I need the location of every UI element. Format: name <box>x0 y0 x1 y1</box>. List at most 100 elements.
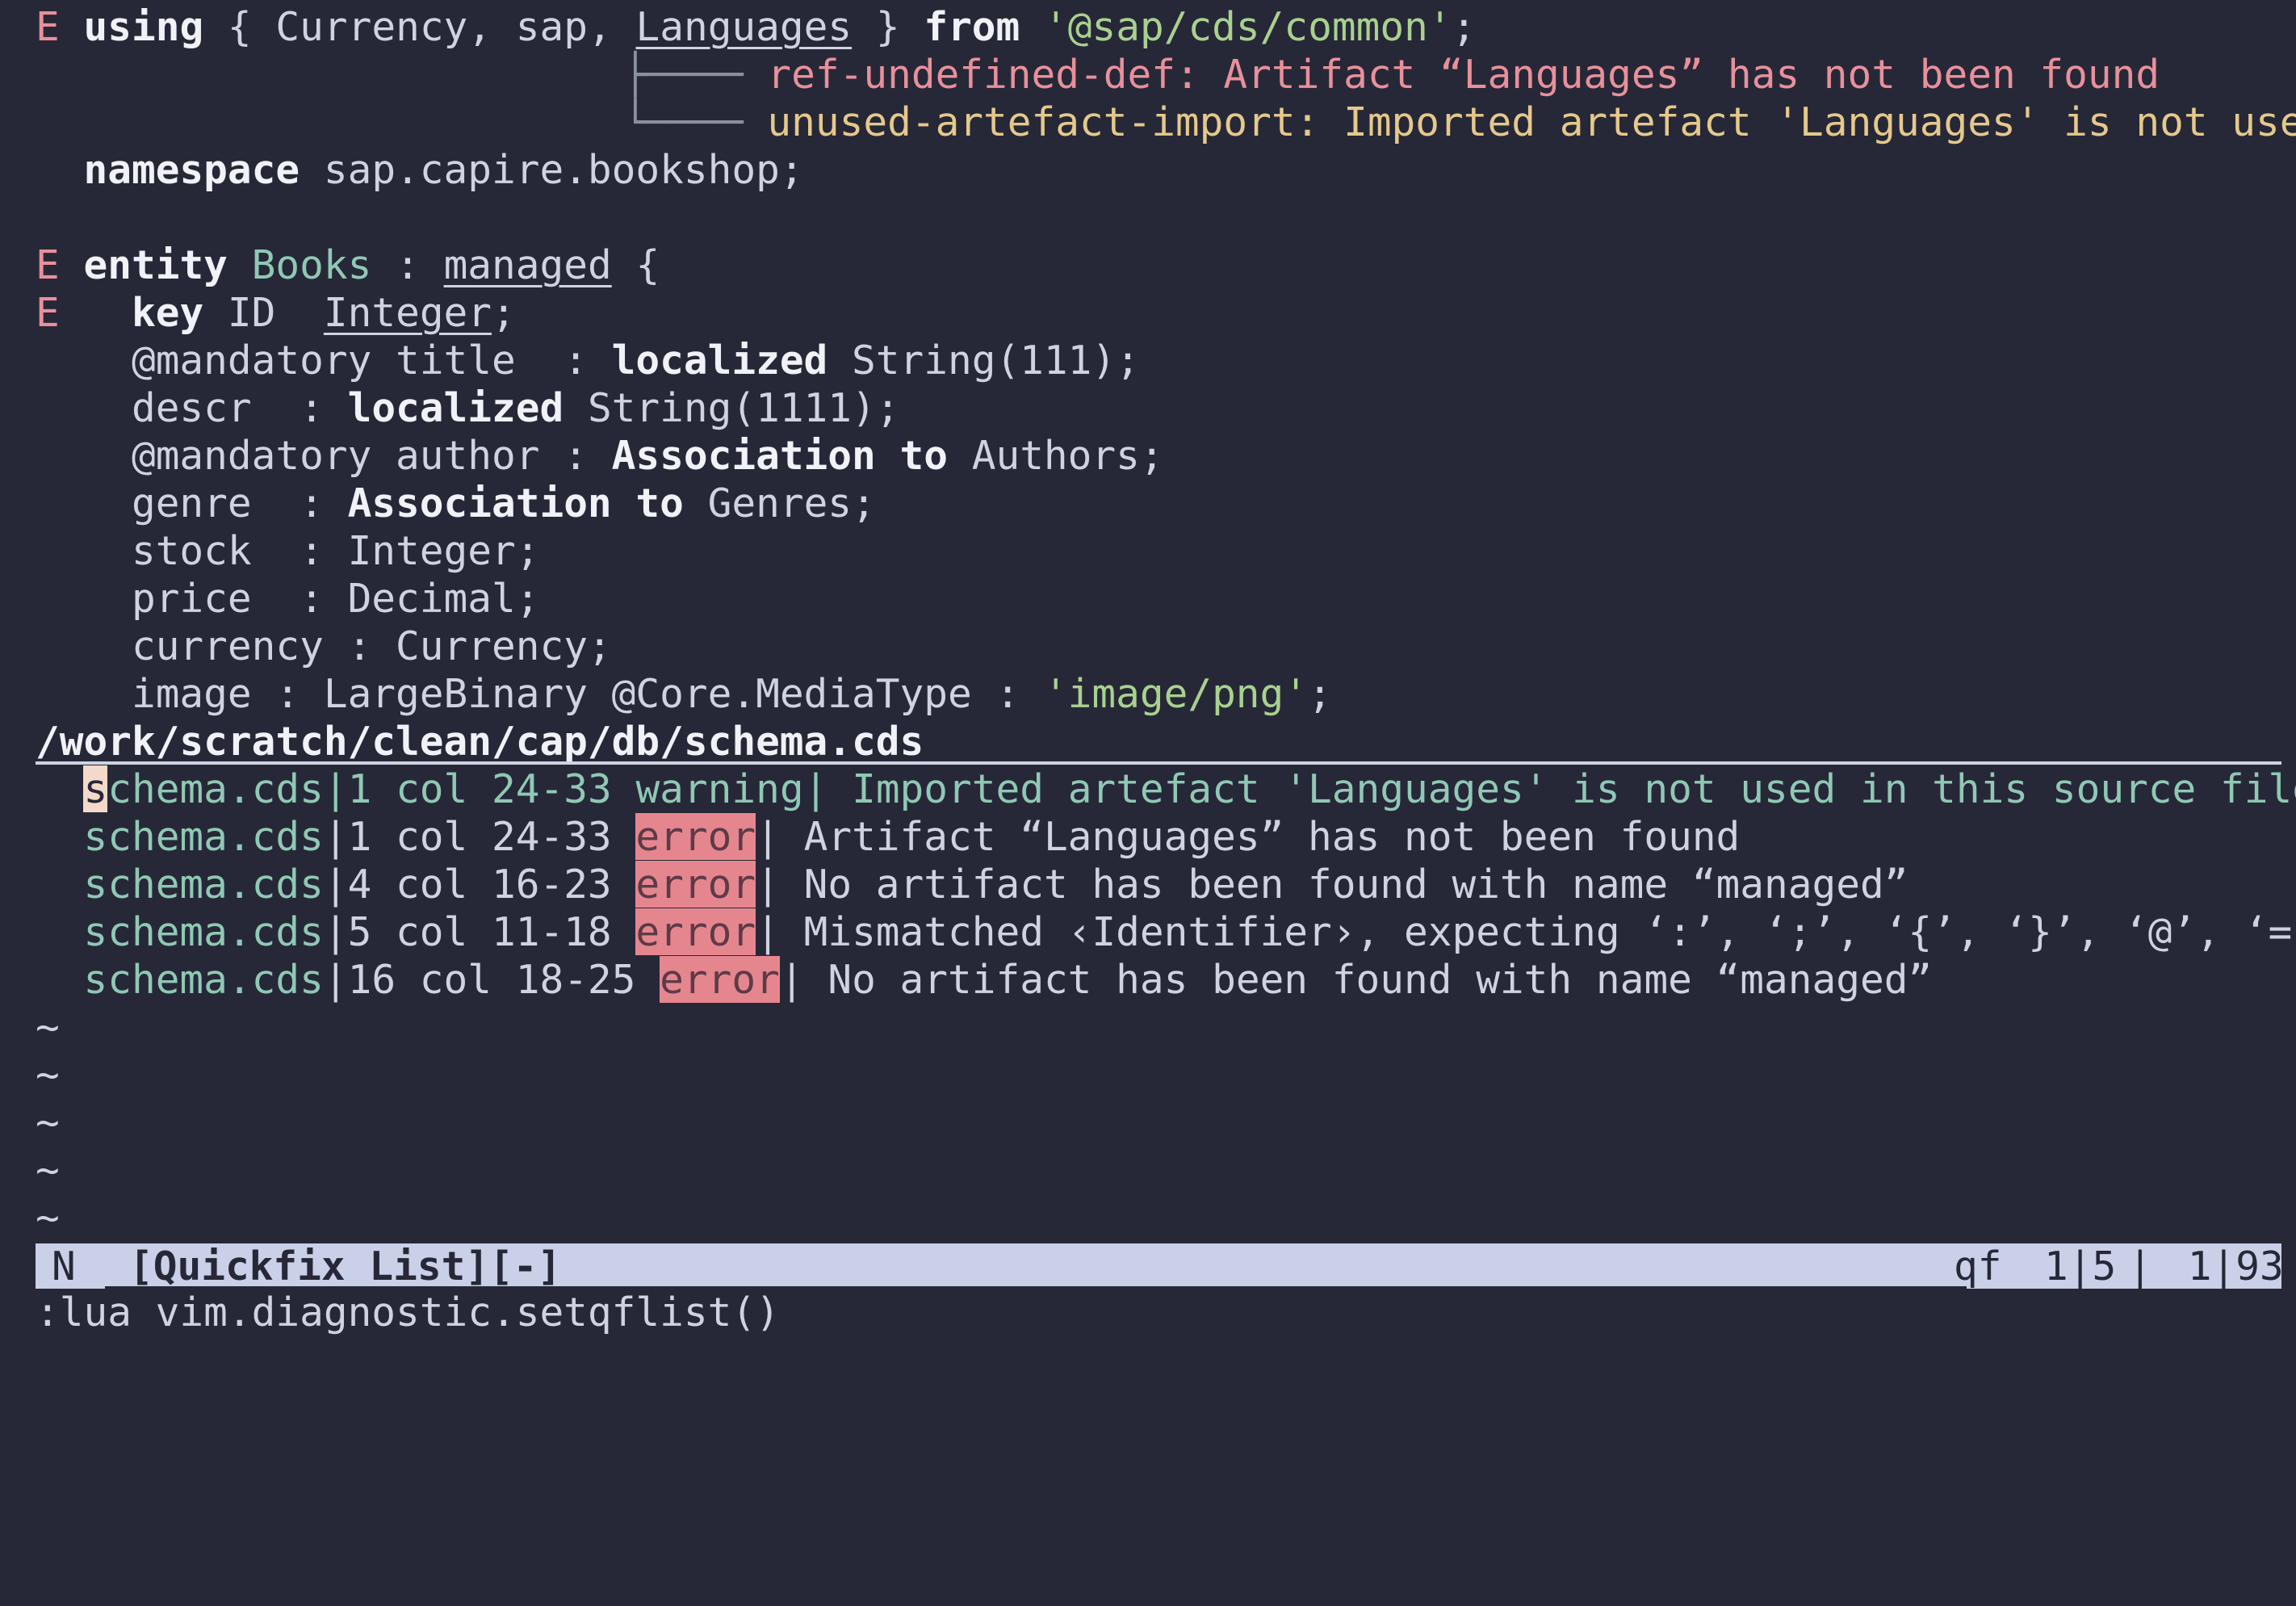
code-token: @mandatory author : <box>131 432 612 479</box>
error-sign: E <box>36 289 60 336</box>
code-token: @mandatory title : <box>131 337 612 384</box>
string-literal: 'image/png' <box>1043 670 1309 717</box>
code-line-10[interactable]: stock : Integer; <box>36 527 540 575</box>
quickfix-message: Imported artefact 'Languages' is not use… <box>827 765 2296 812</box>
quickfix-location: |5 col 11-18 <box>323 908 636 955</box>
entity-name: Books <box>227 241 372 288</box>
code-line-9[interactable]: genre : Association to Genres; <box>36 480 876 527</box>
code-line-1[interactable]: E using { Currency, sap, Languages } fro… <box>36 3 1476 51</box>
code-token: Authors; <box>947 432 1164 479</box>
code-line-6[interactable]: @mandatory title : localized String(111)… <box>36 337 1140 384</box>
empty-line-tilde: ~ <box>36 1099 60 1146</box>
quickfix-filename: schema.cds <box>83 813 324 860</box>
code-line-8[interactable]: @mandatory author : Association to Autho… <box>36 432 1164 480</box>
status-filetype: qf <box>1954 1243 2002 1289</box>
quickfix-type-error: error <box>660 956 780 1003</box>
window-separator[interactable] <box>36 761 2281 765</box>
keyword-association: Association to <box>611 432 948 479</box>
code-token: genre : <box>131 480 348 526</box>
code-token: , <box>467 3 516 50</box>
keyword-from: from <box>924 3 1020 50</box>
quickfix-type-error: error <box>635 861 756 908</box>
quickfix-separator: | <box>756 908 780 955</box>
tree-connector: └──── <box>623 99 768 145</box>
code-token: , <box>588 3 636 50</box>
quickfix-type-warning: warning <box>635 765 804 812</box>
code-token: { <box>611 241 660 288</box>
quickfix-filename: schema.cds <box>83 861 324 908</box>
code-line-5[interactable]: E key ID Integer; <box>36 289 516 337</box>
keyword-using: using <box>83 3 204 50</box>
code-token: String(111); <box>827 337 1140 384</box>
code-token: descr : <box>131 384 348 431</box>
quickfix-message: Mismatched ‹Identifier›, expecting ‘:’, … <box>779 908 2296 955</box>
window-filename: /work/scratch/clean/cap/db/schema.cds <box>36 718 924 765</box>
quickfix-item[interactable]: schema.cds|4 col 16-23 error| No artifac… <box>36 861 1908 908</box>
code-token: sap.capire.bookshop; <box>300 146 804 193</box>
quickfix-separator: | <box>756 813 780 860</box>
code-token: currency : Currency; <box>131 623 612 669</box>
quickfix-type-error: error <box>635 813 756 860</box>
quickfix-message: No artifact has been found with name “ma… <box>779 861 1908 908</box>
status-mode: N <box>52 1243 76 1289</box>
code-token: { <box>203 3 276 50</box>
file-path: /work/scratch/clean/cap/db/schema.cds <box>36 718 924 765</box>
code-token: String(1111); <box>564 384 900 431</box>
code-line-13[interactable]: image : LargeBinary @Core.MediaType : 'i… <box>36 670 1332 718</box>
code-token: sap <box>515 3 588 50</box>
status-cursor-position: 1|93 <box>2164 1243 2284 1289</box>
code-line-11[interactable]: price : Decimal; <box>36 575 540 623</box>
quickfix-separator: | <box>803 765 828 812</box>
status-buffer-name: [Quickfix List][-] <box>105 1243 1967 1289</box>
keyword-key: key <box>131 289 204 336</box>
quickfix-filename: chema.cds <box>107 765 324 812</box>
command-line[interactable]: :lua vim.diagnostic.setqflist() <box>36 1289 780 1336</box>
quickfix-item[interactable]: schema.cds|16 col 18-25 error| No artifa… <box>36 956 1932 1004</box>
quickfix-separator: | <box>779 956 804 1003</box>
status-line: N [Quickfix List][-] qf 1|5 | 1|93 <box>36 1243 2284 1289</box>
tree-connector: ├──── <box>623 51 768 98</box>
status-separator: | <box>2128 1243 2152 1289</box>
diagnostic-message: ref-undefined-def: Artifact “Languages” … <box>767 51 2160 98</box>
code-line-7[interactable]: descr : localized String(1111); <box>36 384 900 432</box>
code-token: ; <box>492 289 516 336</box>
quickfix-separator: | <box>756 861 780 908</box>
text-cursor: s <box>83 765 108 812</box>
quickfix-item[interactable]: schema.cds|1 col 24-33 warning| Imported… <box>36 765 2296 813</box>
code-token: } <box>852 3 924 50</box>
quickfix-type-error: error <box>635 908 756 955</box>
quickfix-message: No artifact has been found with name “ma… <box>803 956 1933 1003</box>
diagnostic-underlined-token: Integer <box>323 289 492 336</box>
code-token: Currency <box>275 3 468 50</box>
code-token: ID <box>203 289 324 336</box>
quickfix-filename: schema.cds <box>83 956 324 1003</box>
code-token: stock : Integer; <box>131 527 540 574</box>
quickfix-location: |4 col 16-23 <box>323 861 636 908</box>
quickfix-item[interactable]: schema.cds|5 col 11-18 error| Mismatched… <box>36 908 2296 956</box>
diagnostic-underlined-token: managed <box>443 241 612 288</box>
empty-line-tilde: ~ <box>36 1051 60 1098</box>
quickfix-item[interactable]: schema.cds|1 col 24-33 error| Artifact “… <box>36 813 1740 861</box>
string-literal: '@sap/cds/common' <box>1044 3 1452 50</box>
keyword-namespace: namespace <box>83 146 300 193</box>
quickfix-message: Artifact “Languages” has not been found <box>779 813 1741 860</box>
empty-line-tilde: ~ <box>36 1147 60 1193</box>
quickfix-location: |1 col 24-33 <box>323 765 636 812</box>
code-line-2[interactable]: namespace sap.capire.bookshop; <box>36 146 804 194</box>
diagnostic-underlined-token: Languages <box>635 3 853 50</box>
error-sign: E <box>36 241 60 288</box>
virtual-text-diagnostic-warning: └──── unused-artefact-import: Imported a… <box>623 99 2296 146</box>
virtual-text-diagnostic-error: ├──── ref-undefined-def: Artifact “Langu… <box>623 51 2160 99</box>
quickfix-location: |1 col 24-33 <box>323 813 636 860</box>
keyword-localized: localized <box>347 384 564 431</box>
code-token: image : LargeBinary @Core.MediaType : <box>131 670 1044 717</box>
code-token: ; <box>1452 3 1477 50</box>
code-token: Genres; <box>683 480 876 526</box>
status-list-position: 1|5 <box>2044 1243 2117 1289</box>
error-sign: E <box>36 3 60 50</box>
code-line-4[interactable]: E entity Books : managed { <box>36 241 660 289</box>
quickfix-location: |16 col 18-25 <box>323 956 660 1003</box>
empty-line-tilde: ~ <box>36 1004 60 1050</box>
code-line-12[interactable]: currency : Currency; <box>36 623 612 670</box>
